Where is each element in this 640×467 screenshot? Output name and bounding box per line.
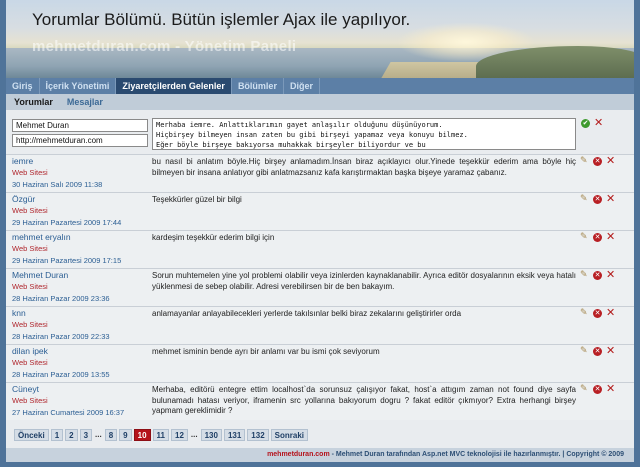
- name-input[interactable]: Mehmet Duran: [12, 119, 148, 132]
- current-page: 10: [133, 429, 151, 441]
- delete-icon[interactable]: ✕: [593, 233, 602, 242]
- footer-text: - Mehmet Duran tarafından Asp.net MVC te…: [329, 451, 624, 458]
- page-ellipsis: ...: [95, 430, 102, 439]
- comment-message: kardeşim teşekkür ederim bilgi için: [152, 233, 275, 242]
- page-title: Yorumlar Bölümü. Bütün işlemler Ajax ile…: [32, 10, 411, 29]
- footer: mehmetduran.com - Mehmet Duran tarafında…: [6, 448, 634, 462]
- next-page-button[interactable]: Sonraki: [270, 429, 308, 441]
- check-icon[interactable]: ✔: [581, 119, 590, 128]
- page-link[interactable]: 130: [200, 429, 222, 441]
- close-icon[interactable]: ✕: [606, 155, 615, 166]
- comment-date: 27 Haziran Cumartesi 2009 16:37: [12, 408, 125, 417]
- app-frame: Yorumlar Bölümü. Bütün işlemler Ajax ile…: [0, 0, 640, 467]
- pencil-icon[interactable]: ✎: [580, 346, 588, 356]
- pencil-icon[interactable]: ✎: [580, 308, 588, 318]
- delete-icon[interactable]: ✕: [593, 385, 602, 394]
- prev-page-button[interactable]: Önceki: [14, 429, 49, 441]
- footer-brand-link[interactable]: mehmetduran.com: [267, 451, 330, 458]
- pencil-icon[interactable]: ✎: [580, 156, 588, 166]
- close-icon[interactable]: ✕: [594, 117, 603, 128]
- pencil-icon[interactable]: ✎: [580, 194, 588, 204]
- comment-website-link[interactable]: Web Sitesi: [12, 358, 48, 367]
- comment-message: bu nasıl bi anlatım böyle.Hiç birşey anl…: [152, 157, 576, 177]
- comment-date: 29 Haziran Pazartesi 2009 17:44: [12, 218, 122, 227]
- page-link[interactable]: 2: [65, 429, 78, 441]
- comment-message: mehmet isminin bende ayrı bir anlamı var…: [152, 347, 380, 356]
- comment-author[interactable]: iemre: [12, 156, 33, 166]
- comment-row: Cüneyt Web Sitesi 27 Haziran Cumartesi 2…: [6, 382, 634, 420]
- sub-nav: Yorumlar Mesajlar: [6, 94, 634, 110]
- pagination: Önceki 1 2 3 ... 8 9 10 11 12 ... 130 13…: [14, 428, 310, 442]
- comment-website-link[interactable]: Web Sitesi: [12, 320, 48, 329]
- close-icon[interactable]: ✕: [606, 269, 615, 280]
- main-nav: Giriş İçerik Yönetimi Ziyaretçilerden Ge…: [6, 78, 634, 94]
- page-ellipsis: ...: [190, 430, 198, 439]
- comment-date: 28 Haziran Pazar 2009 23:36: [12, 294, 110, 303]
- page-link[interactable]: 3: [79, 429, 93, 441]
- delete-icon[interactable]: ✕: [593, 157, 602, 166]
- delete-icon[interactable]: ✕: [593, 271, 602, 280]
- page-link[interactable]: 9: [119, 429, 132, 441]
- comment-author[interactable]: Özgür: [12, 194, 35, 204]
- comment-author[interactable]: mehmet eryalın: [12, 232, 71, 242]
- comment-author[interactable]: Cüneyt: [12, 384, 39, 394]
- comment-message: Teşekkürler güzel bir bilgi: [152, 195, 242, 204]
- comment-message: anlamayanlar anlayabilecekleri yerlerde …: [152, 309, 462, 318]
- delete-icon[interactable]: ✕: [593, 309, 602, 318]
- delete-icon[interactable]: ✕: [593, 195, 602, 204]
- header-banner: Yorumlar Bölümü. Bütün işlemler Ajax ile…: [6, 0, 634, 78]
- comment-row: iemre Web Sitesi 30 Haziran Salı 2009 11…: [6, 154, 634, 192]
- comment-website-link[interactable]: Web Sitesi: [12, 244, 48, 253]
- close-icon[interactable]: ✕: [606, 231, 615, 242]
- subnav-item-mesajlar[interactable]: Mesajlar: [67, 97, 103, 107]
- nav-item-giris[interactable]: Giriş: [6, 78, 40, 94]
- page-link[interactable]: 131: [223, 429, 246, 441]
- url-input[interactable]: http://mehmetduran.com: [12, 134, 148, 147]
- site-title: mehmetduran.com - Yönetim Paneli: [32, 38, 297, 55]
- page-link[interactable]: 8: [104, 429, 118, 441]
- comment-website-link[interactable]: Web Sitesi: [12, 206, 48, 215]
- comment-date: 30 Haziran Salı 2009 11:38: [12, 180, 103, 189]
- comment-date: 29 Haziran Pazartesi 2009 17:15: [12, 256, 122, 265]
- comments-panel: Mehmet Duran http://mehmetduran.com Merh…: [6, 110, 634, 448]
- comment-message: Sorun muhtemelen yine yol problemi olabi…: [152, 271, 576, 291]
- pencil-icon[interactable]: ✎: [580, 384, 588, 394]
- comment-row: Mehmet Duran Web Sitesi 28 Haziran Pazar…: [6, 268, 634, 306]
- page-link[interactable]: 11: [152, 429, 169, 441]
- comment-textarea[interactable]: Merhaba iemre. Anlattıklarımın gayet anl…: [152, 118, 576, 150]
- pencil-icon[interactable]: ✎: [580, 270, 588, 280]
- comment-row: knn Web Sitesi 28 Haziran Pazar 2009 22:…: [6, 306, 634, 344]
- nav-item-bolumler[interactable]: Bölümler: [232, 78, 284, 94]
- close-icon[interactable]: ✕: [606, 345, 615, 356]
- nav-item-diger[interactable]: Diğer: [284, 78, 320, 94]
- nav-item-icerik-yonetimi[interactable]: İçerik Yönetimi: [40, 78, 117, 94]
- page-link[interactable]: 1: [50, 429, 64, 441]
- nav-item-ziyaretcilerden-gelenler[interactable]: Ziyaretçilerden Gelenler: [116, 78, 232, 94]
- comment-author[interactable]: dilan ipek: [12, 346, 48, 356]
- comment-author[interactable]: Mehmet Duran: [12, 270, 68, 280]
- comment-website-link[interactable]: Web Sitesi: [12, 282, 48, 291]
- comment-list: iemre Web Sitesi 30 Haziran Salı 2009 11…: [6, 154, 634, 420]
- page-link[interactable]: 12: [171, 429, 188, 441]
- comment-row: dilan ipek Web Sitesi 28 Haziran Pazar 2…: [6, 344, 634, 382]
- subnav-item-yorumlar[interactable]: Yorumlar: [14, 97, 53, 107]
- comment-date: 28 Haziran Pazar 2009 13:55: [12, 370, 110, 379]
- comment-message: Merhaba, editörü entegre ettim localhost…: [152, 385, 576, 415]
- reply-form: Mehmet Duran http://mehmetduran.com Merh…: [6, 116, 634, 158]
- comment-website-link[interactable]: Web Sitesi: [12, 396, 48, 405]
- comment-author[interactable]: knn: [12, 308, 26, 318]
- close-icon[interactable]: ✕: [606, 193, 615, 204]
- comment-website-link[interactable]: Web Sitesi: [12, 168, 48, 177]
- page-link[interactable]: 132: [247, 429, 269, 441]
- pencil-icon[interactable]: ✎: [580, 232, 588, 242]
- close-icon[interactable]: ✕: [606, 383, 615, 394]
- delete-icon[interactable]: ✕: [593, 347, 602, 356]
- comment-row: Özgür Web Sitesi 29 Haziran Pazartesi 20…: [6, 192, 634, 230]
- close-icon[interactable]: ✕: [606, 307, 615, 318]
- comment-row: mehmet eryalın Web Sitesi 29 Haziran Paz…: [6, 230, 634, 268]
- comment-date: 28 Haziran Pazar 2009 22:33: [12, 332, 110, 341]
